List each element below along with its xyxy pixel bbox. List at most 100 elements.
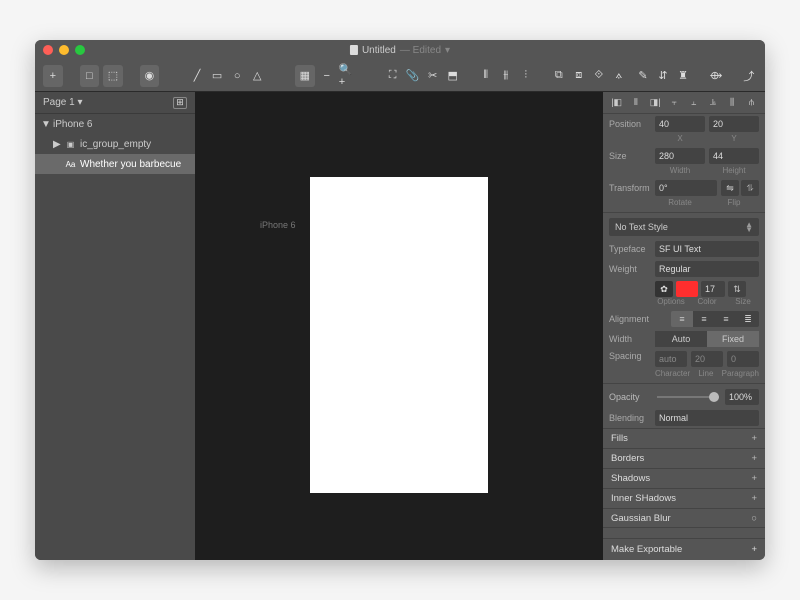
blur-label: Gaussian Blur — [611, 513, 671, 524]
export-label: Make Exportable — [611, 544, 682, 555]
zoom-out-button[interactable]: − — [319, 65, 335, 87]
layer-artboard[interactable]: ▼ iPhone 6 — [35, 114, 195, 134]
text-align-justify-button[interactable]: ≣ — [737, 311, 759, 327]
artboard-title[interactable]: iPhone 6 — [260, 220, 296, 230]
ungroup-button[interactable]: ⬚ — [103, 65, 123, 87]
borders-section[interactable]: Borders+ — [603, 448, 765, 468]
align-right-icon[interactable]: ◨| — [648, 96, 662, 110]
align-center-v-icon[interactable]: ⫠ — [687, 96, 701, 110]
add-border-button[interactable]: + — [751, 453, 757, 464]
titlebar[interactable]: Untitled — Edited ▾ — [35, 40, 765, 60]
flatten-button[interactable]: ⬒ — [445, 65, 461, 87]
forward-button[interactable]: ⧉ — [551, 65, 567, 87]
app-window: Untitled — Edited ▾ + □ ⬚ ◉ ╱ ▭ ○ △ ▦ − … — [35, 40, 765, 560]
text-align-left-button[interactable]: ≡ — [671, 311, 693, 327]
zoom-in-button[interactable]: 🔍+ — [339, 65, 355, 87]
text-style-value: No Text Style — [615, 222, 668, 232]
disclosure-triangle-icon[interactable]: ▶ — [53, 139, 61, 150]
width-fixed-button[interactable]: Fixed — [707, 331, 759, 347]
slider-knob[interactable] — [709, 392, 719, 402]
filename: Untitled — [362, 45, 396, 56]
font-size-stepper[interactable]: ⇅ — [728, 281, 746, 297]
position-x-input[interactable]: 40 — [655, 116, 705, 132]
text-align-right-button[interactable]: ≡ — [715, 311, 737, 327]
page-name: Page 1 — [43, 97, 75, 108]
shadows-section[interactable]: Shadows+ — [603, 468, 765, 488]
font-size-input[interactable]: 17 — [701, 281, 725, 297]
layer-group[interactable]: ▶ ▣ ic_group_empty — [35, 134, 195, 154]
fills-section[interactable]: Fills+ — [603, 428, 765, 448]
width-input[interactable]: 280 — [655, 148, 705, 164]
blur-section[interactable]: Gaussian Blur ○ — [603, 508, 765, 528]
window-title[interactable]: Untitled — Edited ▾ — [350, 45, 450, 56]
text-style-select[interactable]: No Text Style ▲▼ — [609, 218, 759, 236]
distribute-v-button[interactable]: ⫵ — [498, 65, 514, 87]
oval-tool-icon[interactable]: ○ — [229, 65, 245, 87]
distribute-h-button[interactable]: ⫴ — [478, 65, 494, 87]
flip-h-button[interactable]: ⇋ — [721, 180, 739, 196]
text-align-center-button[interactable]: ≡ — [693, 311, 715, 327]
distribute-v-icon[interactable]: ⫛ — [744, 96, 758, 110]
mirror-button[interactable]: ⇵ — [655, 65, 671, 87]
blur-toggle-icon[interactable]: ○ — [751, 513, 757, 524]
blending-select[interactable]: Normal — [655, 410, 759, 426]
text-options-button[interactable]: ✿ — [655, 281, 673, 297]
grid-button[interactable]: ▦ — [295, 65, 315, 87]
line-tool-icon[interactable]: ╱ — [189, 65, 205, 87]
add-page-button[interactable]: ⊞ — [173, 97, 187, 109]
add-fill-button[interactable]: + — [751, 433, 757, 444]
triangle-tool-icon[interactable]: △ — [249, 65, 265, 87]
weight-select[interactable]: Regular — [655, 261, 759, 277]
text-options-row: ✿ 17 ⇅ — [603, 279, 765, 297]
paragraph-spacing-input[interactable]: 0 — [727, 351, 759, 367]
preview-button[interactable]: ♜ — [675, 65, 691, 87]
minimize-window-button[interactable] — [59, 45, 69, 55]
title-dropdown-icon[interactable]: ▾ — [445, 45, 450, 56]
text-color-swatch[interactable] — [676, 281, 698, 297]
add-shadow-button[interactable]: + — [751, 473, 757, 484]
flip-v-button[interactable]: ⥮ — [741, 180, 759, 196]
front-button[interactable]: ⟐ — [591, 65, 607, 87]
export-button[interactable]: ⟴ — [708, 65, 724, 87]
typeface-select[interactable]: SF UI Text — [655, 241, 759, 257]
backward-button[interactable]: ⧈ — [571, 65, 587, 87]
mask-button[interactable]: ⛶ — [385, 65, 401, 87]
page-selector[interactable]: Page 1 ▾ ⊞ — [35, 92, 195, 114]
scissors-button[interactable]: ✂ — [425, 65, 441, 87]
link-button[interactable]: 📎 — [405, 65, 421, 87]
edit-button[interactable]: ✎ — [635, 65, 651, 87]
align-center-h-icon[interactable]: ⫴ — [629, 96, 643, 110]
character-spacing-input[interactable]: auto — [655, 351, 687, 367]
share-button[interactable]: ⤴ — [741, 65, 757, 87]
height-input[interactable]: 44 — [709, 148, 759, 164]
add-inner-shadow-button[interactable]: + — [751, 493, 757, 504]
insert-symbol-button[interactable]: ◉ — [140, 65, 160, 87]
size-row: Size 280 44 — [603, 146, 765, 166]
close-window-button[interactable] — [43, 45, 53, 55]
add-export-button[interactable]: + — [751, 544, 757, 555]
layer-label: iPhone 6 — [53, 119, 92, 130]
distribute-button[interactable]: ⫶ — [518, 65, 534, 87]
add-button[interactable]: + — [43, 65, 63, 87]
opacity-slider[interactable] — [657, 396, 719, 398]
y-label: Y — [709, 134, 759, 143]
rotate-input[interactable]: 0° — [655, 180, 717, 196]
position-y-input[interactable]: 20 — [709, 116, 759, 132]
opacity-input[interactable]: 100% — [725, 389, 759, 405]
make-exportable-row[interactable]: Make Exportable + — [603, 538, 765, 560]
width-auto-button[interactable]: Auto — [655, 331, 707, 347]
group-button[interactable]: □ — [80, 65, 100, 87]
zoom-window-button[interactable] — [75, 45, 85, 55]
inner-shadows-section[interactable]: Inner SHadows+ — [603, 488, 765, 508]
disclosure-triangle-icon[interactable]: ▼ — [41, 119, 49, 130]
distribute-h-icon[interactable]: ⫼ — [725, 96, 739, 110]
align-bottom-icon[interactable]: ⫡ — [706, 96, 720, 110]
canvas[interactable]: iPhone 6 — [195, 92, 603, 560]
line-spacing-input[interactable]: 20 — [691, 351, 723, 367]
layer-text-selected[interactable]: Aa Whether you barbecue — [35, 154, 195, 174]
rear-button[interactable]: ⟑ — [611, 65, 627, 87]
rect-tool-icon[interactable]: ▭ — [209, 65, 225, 87]
align-top-icon[interactable]: ⫟ — [667, 96, 681, 110]
align-left-icon[interactable]: |◧ — [610, 96, 624, 110]
artboard[interactable] — [310, 177, 488, 493]
